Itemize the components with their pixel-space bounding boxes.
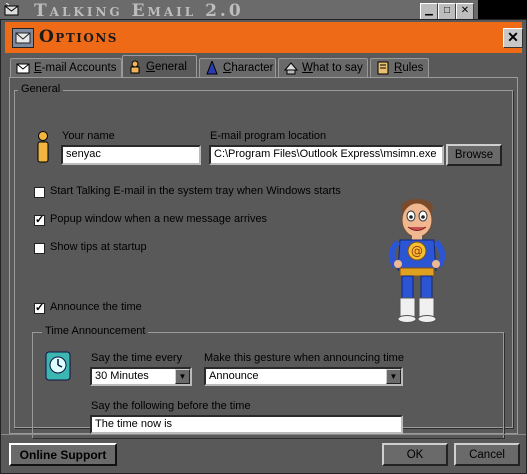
start-in-tray-label: Start Talking E-mail in the system tray … (50, 185, 341, 197)
announce-time-label: Announce the time (50, 301, 142, 313)
tab-email-accounts[interactable]: E-mail Accounts (10, 58, 122, 77)
show-tips-label: Show tips at startup (50, 241, 147, 253)
show-tips-checkbox[interactable] (34, 243, 45, 254)
speech-icon (284, 61, 298, 75)
tab-label: Rules (394, 62, 424, 74)
tab-label: E-mail Accounts (34, 62, 117, 74)
gesture-select[interactable]: Announce (204, 367, 403, 386)
options-dialog: Options ✕ E-mail Accounts General Charac… (0, 19, 527, 474)
say-time-every-value: 30 Minutes (95, 370, 149, 382)
dialog-title: Options (39, 27, 118, 47)
user-icon (36, 131, 50, 163)
gesture-label: Make this gesture when announcing time (204, 352, 404, 364)
time-announcement-title: Time Announcement (42, 325, 149, 337)
email-icon (16, 61, 30, 75)
popup-window-checkbox[interactable]: ✓ (34, 215, 45, 226)
popup-window-label: Popup window when a new message arrives (50, 213, 268, 225)
close-button[interactable]: ✕ (503, 28, 523, 48)
your-name-label: Your name (62, 130, 115, 142)
rules-book-icon (376, 61, 390, 75)
general-group-title: General (18, 83, 64, 95)
email-program-label: E-mail program location (210, 130, 327, 142)
parent-window-title: Talking Email 2.0 (34, 1, 244, 21)
email-program-input[interactable]: C:\Program Files\Outlook Express\msimn.e… (209, 145, 444, 165)
chevron-down-icon[interactable]: ▼ (175, 369, 190, 384)
tab-rules[interactable]: Rules (370, 58, 429, 77)
tab-what-to-say[interactable]: What to say (278, 58, 368, 77)
tab-character[interactable]: Character (199, 58, 276, 77)
say-before-time-input[interactable]: The time now is (90, 415, 403, 434)
options-window-icon (12, 28, 34, 48)
svg-text:@: @ (411, 244, 423, 258)
parent-close-button[interactable]: ✕ (456, 3, 474, 20)
browse-button[interactable]: Browse (446, 144, 502, 166)
ok-button[interactable]: OK (382, 443, 448, 466)
chevron-down-icon[interactable]: ▼ (386, 369, 401, 384)
tab-label: What to say (302, 62, 363, 74)
announce-time-checkbox[interactable]: ✓ (34, 303, 45, 314)
say-time-every-label: Say the time every (91, 352, 183, 364)
tab-general[interactable]: General (122, 55, 197, 77)
character-illustration: @ (386, 196, 448, 324)
minimize-button[interactable]: ▁ (420, 3, 438, 20)
person-icon (128, 60, 142, 74)
tab-label: Character (223, 62, 274, 74)
cancel-button[interactable]: Cancel (454, 443, 520, 466)
tab-label: General (146, 60, 187, 73)
online-support-button[interactable]: Online Support (9, 443, 117, 466)
dialog-titlebar: Options ✕ (5, 22, 523, 53)
say-before-time-label: Say the following before the time (91, 400, 251, 412)
start-in-tray-checkbox[interactable] (34, 187, 45, 198)
maximize-button[interactable]: □ (438, 3, 456, 20)
footer-divider (1, 434, 526, 435)
gesture-value: Announce (209, 370, 259, 382)
clock-icon (44, 350, 72, 382)
wizard-icon (205, 61, 219, 75)
app-icon (4, 2, 20, 17)
general-tab-panel: General Your name senyac E-mail program … (9, 77, 518, 438)
your-name-input[interactable]: senyac (61, 145, 201, 165)
